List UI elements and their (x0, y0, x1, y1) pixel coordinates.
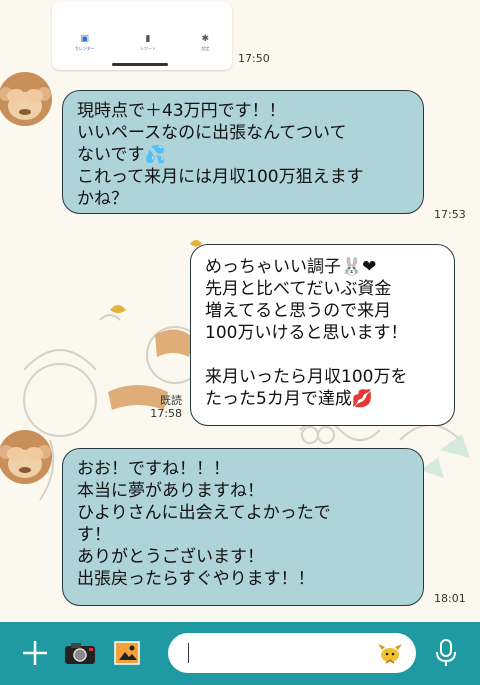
monkey-avatar-icon (0, 74, 51, 126)
image-message[interactable]: ▣ カレンダー ▮ レポート ✱ 設定 (52, 2, 232, 70)
contact-avatar[interactable] (0, 72, 52, 126)
message-time: 18:01 (434, 592, 466, 605)
home-indicator (112, 63, 168, 66)
calendar-icon: ▣ (80, 34, 89, 44)
read-receipt: 既読 17:58 (140, 394, 182, 420)
camera-button[interactable] (62, 634, 98, 672)
message-text: 現時点で＋43万円です！！ いいペースなのに出張なんてついて ないです💦 これっ… (77, 101, 364, 209)
thumbnail-tab-settings: ✱ 設定 (201, 34, 210, 52)
plus-icon (23, 641, 47, 665)
image-icon (114, 641, 140, 665)
incoming-message-bubble[interactable]: おお！ですね！！！ 本当に夢がありますね！ ひよりさんに出会えてよかったで す！… (62, 448, 424, 606)
gallery-button[interactable] (112, 634, 142, 672)
contact-avatar[interactable] (0, 430, 52, 484)
outgoing-message-bubble[interactable]: めっちゃいい調子🐰❤ 先月と比べてだいぶ資金 増えてると思うので来月 100万い… (190, 244, 455, 426)
camera-icon (65, 643, 95, 664)
sticker-icon (378, 644, 402, 664)
message-input-bar (0, 622, 480, 685)
mic-icon (436, 639, 456, 666)
message-time: 17:58 (150, 407, 182, 420)
chat-area[interactable]: ▣ カレンダー ▮ レポート ✱ 設定 17:50 現時点で＋43万円です！！ … (0, 0, 480, 622)
message-text: おお！ですね！！！ 本当に夢がありますね！ ひよりさんに出会えてよかったで す！… (77, 459, 331, 589)
voice-button[interactable] (430, 634, 462, 672)
message-time: 17:50 (238, 52, 270, 65)
thumbnail-tab-bar: ▣ カレンダー ▮ レポート ✱ 設定 (52, 28, 232, 58)
text-cursor (188, 643, 189, 663)
thumbnail-tab-report: ▮ レポート (139, 34, 156, 52)
gear-icon: ✱ (201, 34, 210, 44)
message-time: 17:53 (434, 208, 466, 221)
sticker-button[interactable] (374, 634, 406, 672)
bar-chart-icon: ▮ (145, 34, 151, 44)
add-button[interactable] (18, 634, 52, 672)
read-label: 既読 (160, 394, 182, 407)
incoming-message-bubble[interactable]: 現時点で＋43万円です！！ いいペースなのに出張なんてついて ないです💦 これっ… (62, 90, 424, 214)
thumbnail-tab-calendar: ▣ カレンダー (74, 34, 95, 52)
monkey-avatar-icon (0, 432, 51, 484)
message-text: めっちゃいい調子🐰❤ 先月と比べてだいぶ資金 増えてると思うので来月 100万い… (205, 257, 408, 409)
